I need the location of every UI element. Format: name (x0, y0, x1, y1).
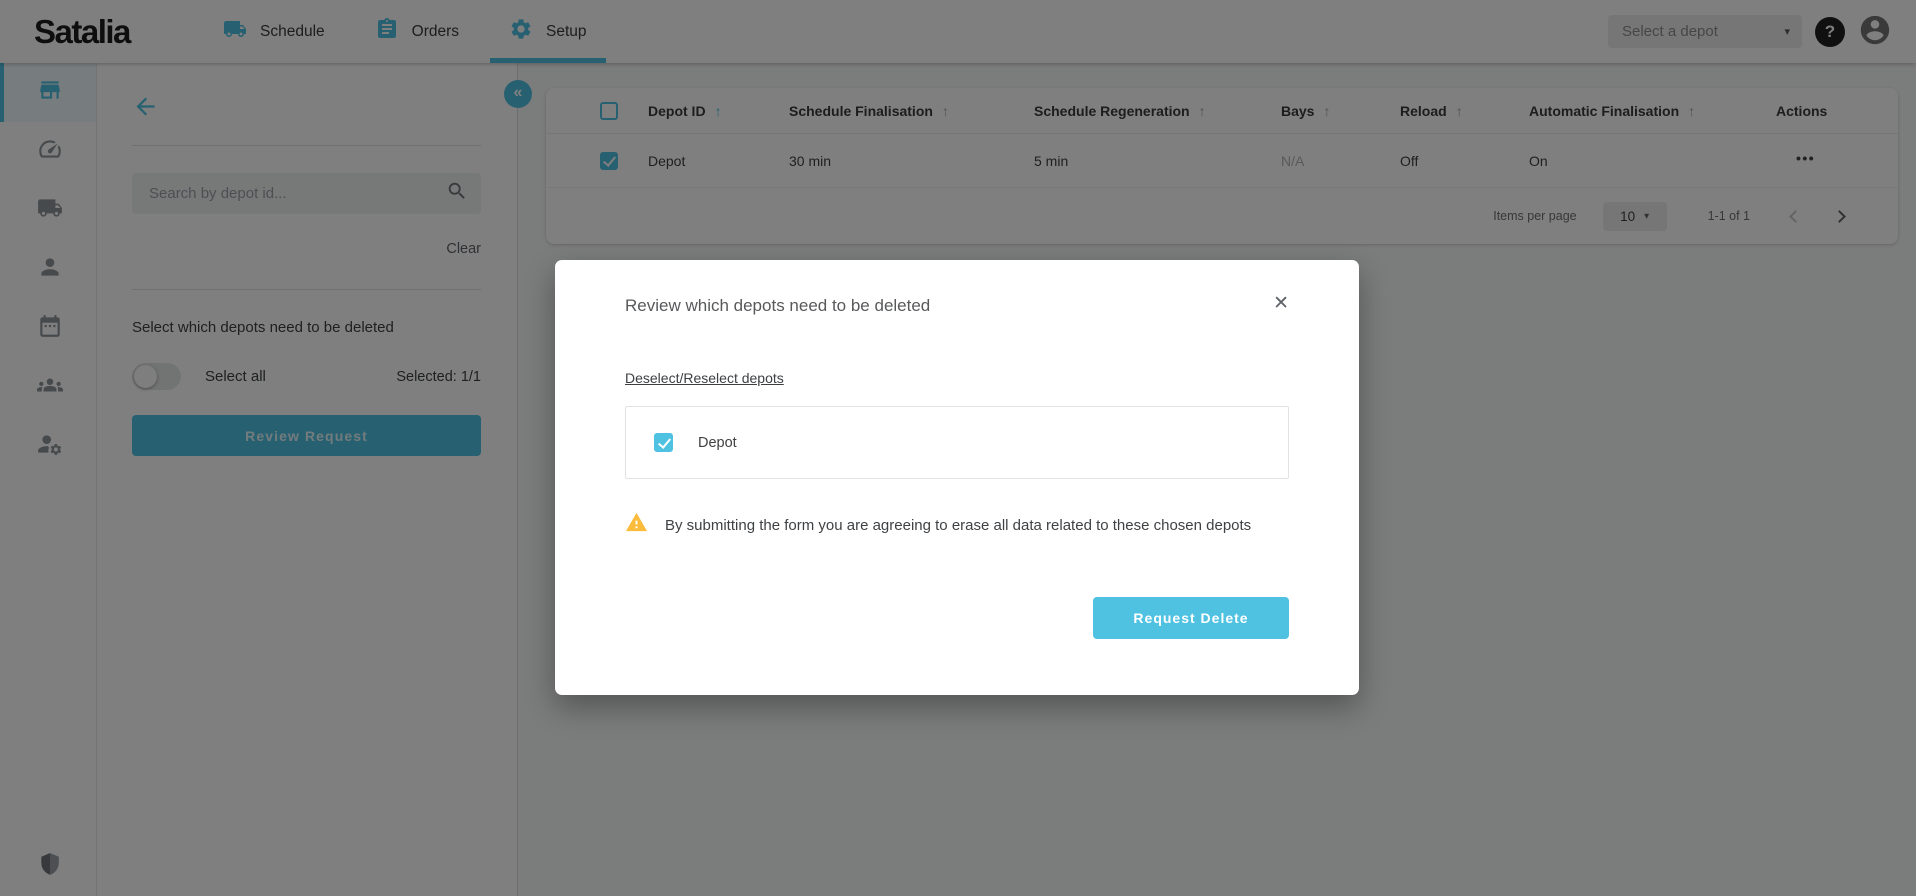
close-button[interactable]: ✕ (1273, 294, 1289, 313)
delete-review-dialog: Review which depots need to be deleted ✕… (555, 260, 1359, 695)
close-icon: ✕ (1273, 293, 1289, 314)
app-root: Satalia Schedule Orders Setup Select a d… (0, 0, 1916, 896)
depot-selection-box: Depot (625, 406, 1289, 479)
warning-icon (625, 511, 648, 539)
dialog-title: Review which depots need to be deleted (625, 296, 930, 316)
warning-row: By submitting the form you are agreeing … (625, 511, 1289, 539)
request-delete-button[interactable]: Request Delete (1093, 597, 1289, 639)
depot-checkbox[interactable] (654, 433, 673, 452)
dialog-header: Review which depots need to be deleted ✕ (625, 260, 1289, 316)
deselect-reselect-link[interactable]: Deselect/Reselect depots (625, 370, 784, 386)
dialog-actions: Request Delete (625, 597, 1289, 639)
warning-text: By submitting the form you are agreeing … (665, 517, 1251, 534)
depot-label: Depot (698, 435, 737, 451)
